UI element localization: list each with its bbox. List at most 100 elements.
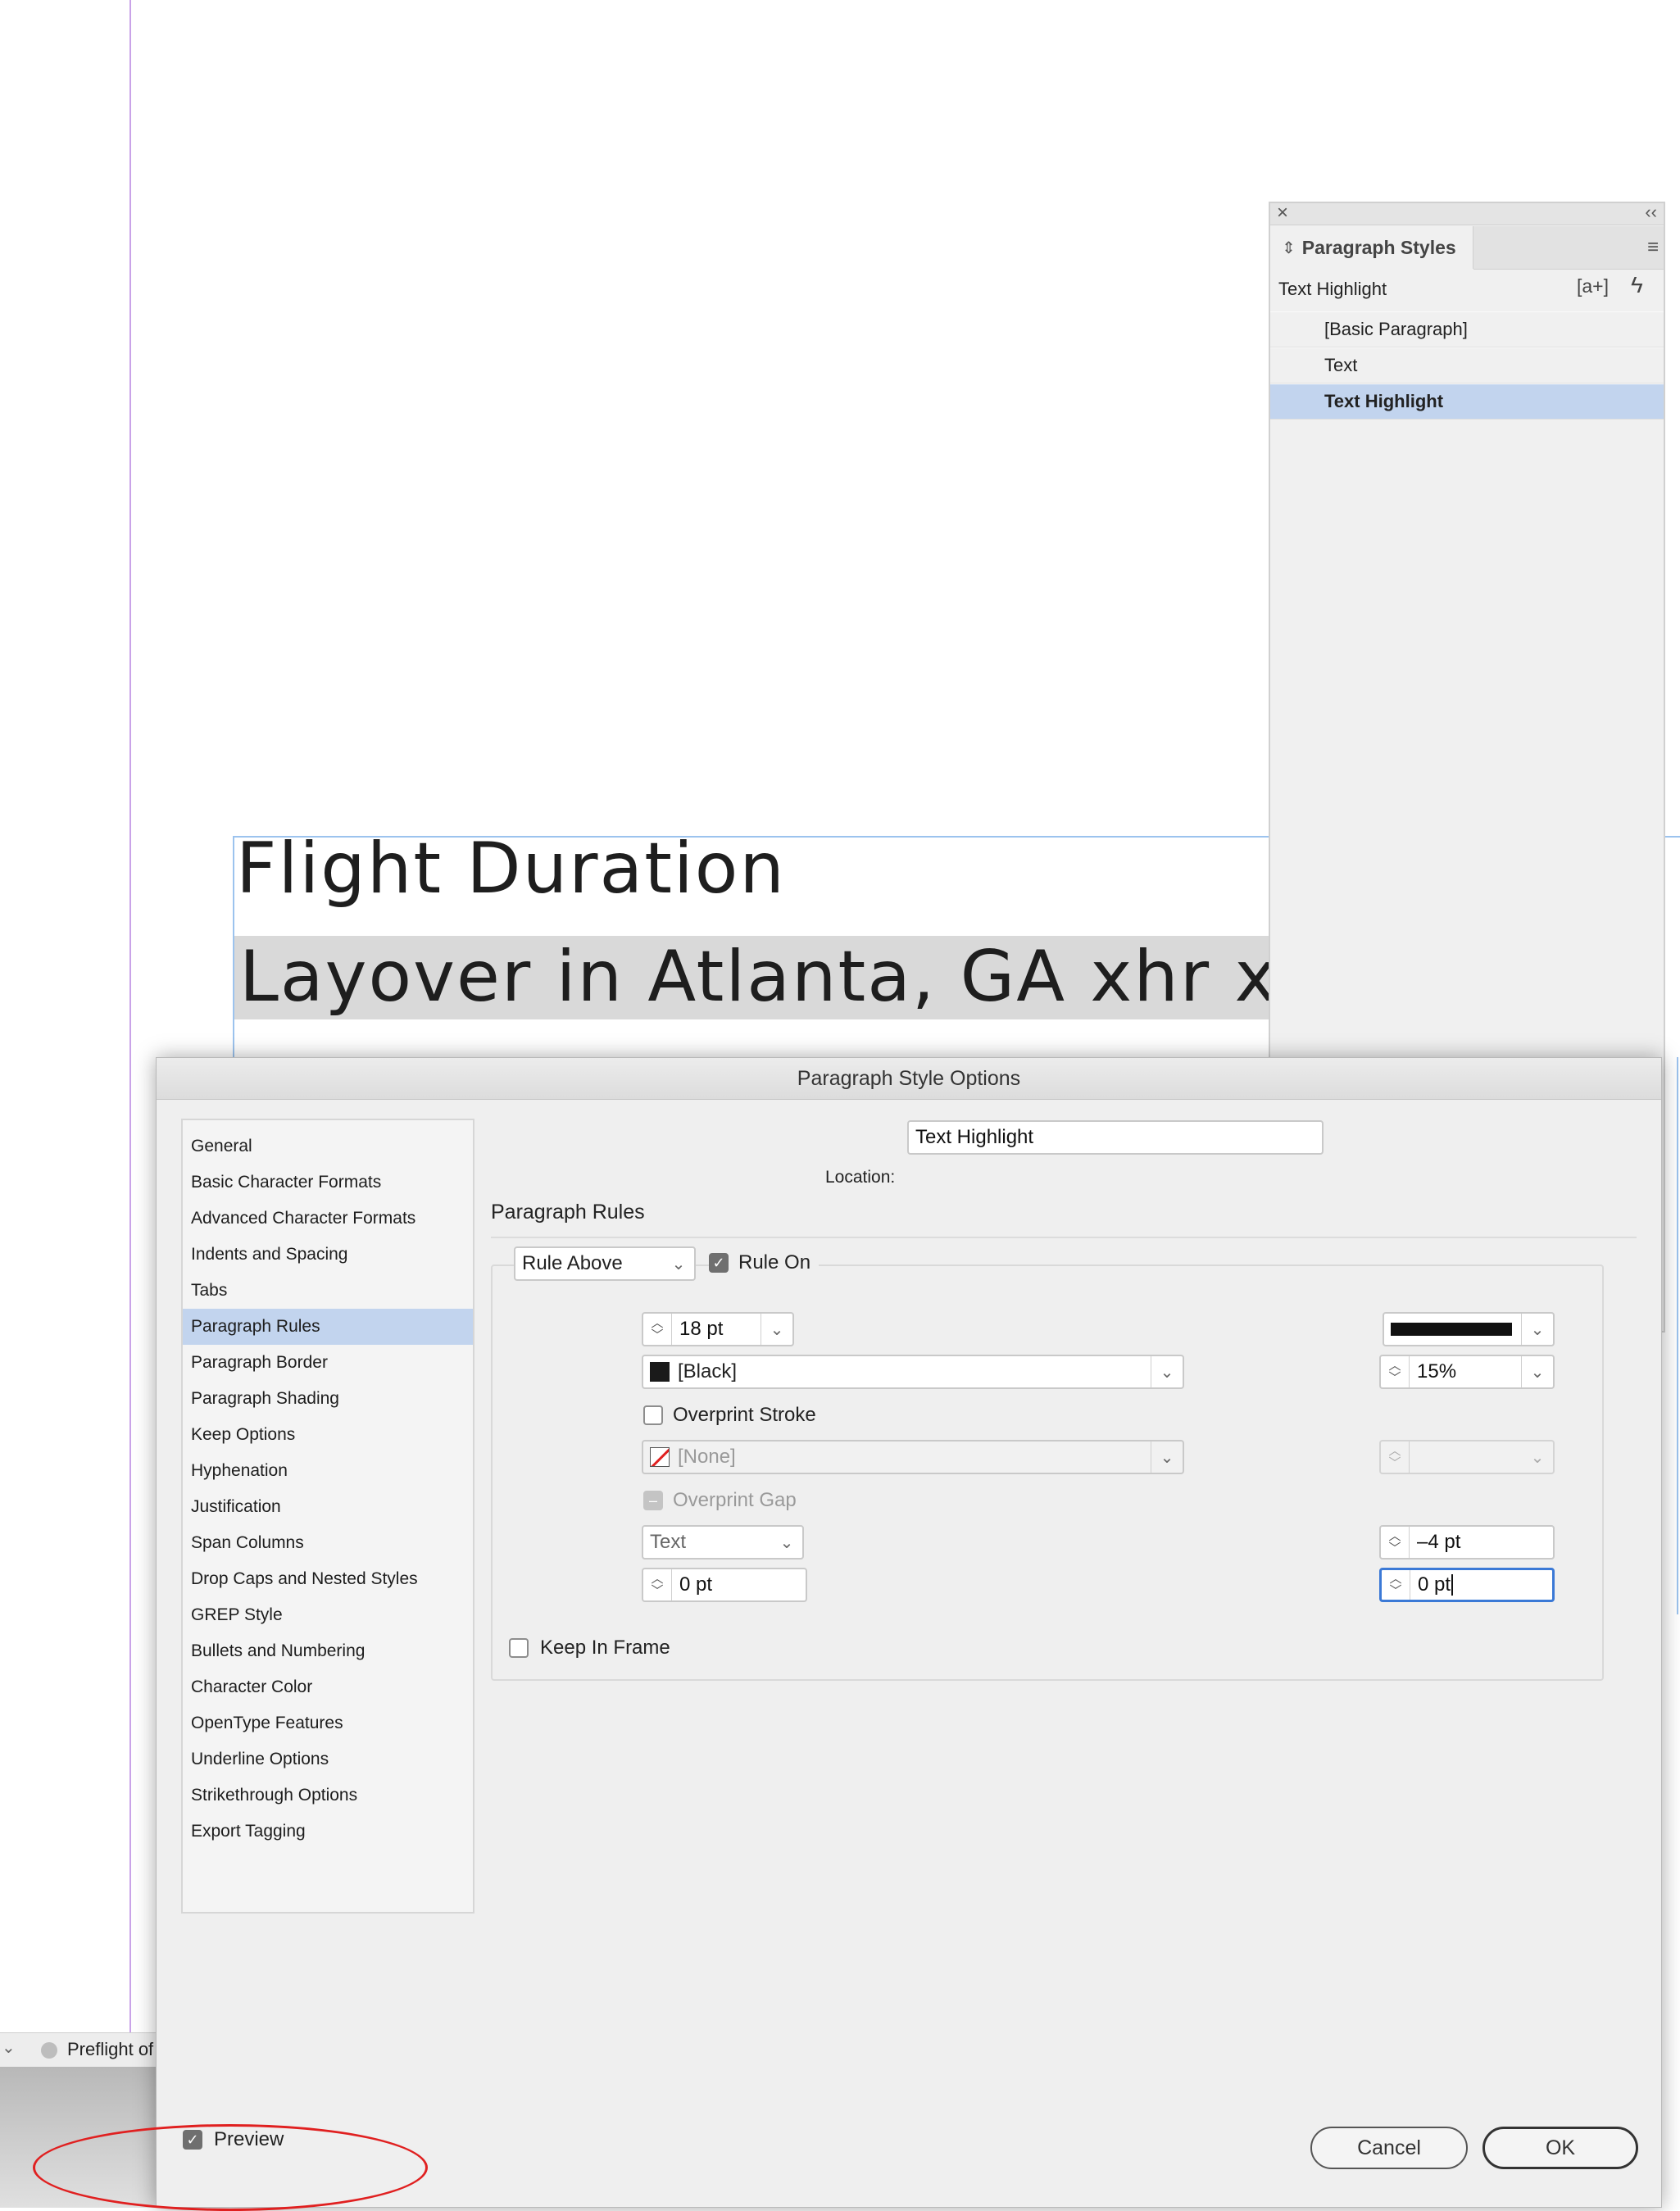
left-indent-stepper[interactable]: ︿ ﹀ bbox=[643, 1569, 672, 1600]
tint-value: 15% bbox=[1417, 1360, 1457, 1382]
category-grep-style[interactable]: GREP Style bbox=[183, 1597, 473, 1633]
quick-apply-icon[interactable]: ϟ bbox=[1631, 272, 1643, 298]
stroke-type-select[interactable]: ⌄ bbox=[1383, 1312, 1555, 1346]
gap-color-value: [None] bbox=[678, 1446, 736, 1468]
dialog-title: Paragraph Style Options bbox=[157, 1058, 1661, 1100]
keep-in-frame-option[interactable]: Keep In Frame bbox=[509, 1637, 670, 1659]
weight-value: 18 pt bbox=[679, 1318, 724, 1340]
offset-input[interactable]: ︿ ﹀ –4 pt bbox=[1379, 1525, 1555, 1560]
overprint-gap-checkbox: – bbox=[643, 1491, 663, 1510]
chevron-down-icon[interactable]: ⌄ bbox=[761, 1314, 792, 1345]
new-style-override-icon[interactable]: [a+] bbox=[1577, 275, 1609, 297]
document-text-line-highlighted[interactable]: Layover in Atlanta, GA xhr xm bbox=[234, 936, 1354, 1019]
category-export-tagging[interactable]: Export Tagging bbox=[183, 1814, 473, 1850]
paragraph-styles-list: [Basic Paragraph] Text Text Highlight bbox=[1270, 311, 1664, 420]
left-indent-input[interactable]: ︿ ﹀ 0 pt bbox=[642, 1568, 807, 1602]
category-bullets-and-numbering[interactable]: Bullets and Numbering bbox=[183, 1633, 473, 1669]
category-indents-and-spacing[interactable]: Indents and Spacing bbox=[183, 1237, 473, 1273]
text-frame-edge bbox=[1677, 1057, 1678, 1614]
chevron-down-icon: ⌄ bbox=[671, 1255, 686, 1273]
panel-menu-icon[interactable]: ≡ bbox=[1647, 236, 1659, 259]
color-value: [Black] bbox=[678, 1360, 738, 1382]
close-icon[interactable]: × bbox=[1277, 202, 1288, 225]
weight-stepper[interactable]: ︿ ﹀ bbox=[643, 1314, 672, 1345]
tint-input[interactable]: ︿ ﹀ 15% ⌄ bbox=[1379, 1355, 1555, 1389]
preflight-status-icon bbox=[41, 2042, 57, 2059]
cancel-button[interactable]: Cancel bbox=[1310, 2127, 1468, 2169]
options-category-list: General Basic Character Formats Advanced… bbox=[181, 1119, 474, 1914]
black-swatch-icon bbox=[650, 1362, 670, 1382]
overprint-gap-option: – Overprint Gap bbox=[643, 1489, 797, 1512]
solid-stroke-preview bbox=[1391, 1323, 1512, 1336]
right-indent-stepper[interactable]: ︿ ﹀ bbox=[1382, 1570, 1410, 1600]
section-title: Paragraph Rules bbox=[491, 1201, 645, 1224]
preflight-status-text[interactable]: Preflight of bbox=[67, 2039, 153, 2060]
tab-arrows-icon: ⇕ bbox=[1282, 238, 1296, 257]
category-general[interactable]: General bbox=[183, 1128, 473, 1165]
category-hyphenation[interactable]: Hyphenation bbox=[183, 1453, 473, 1489]
right-indent-value: 0 pt bbox=[1418, 1573, 1451, 1596]
rule-width-value: Text bbox=[650, 1531, 687, 1553]
category-opentype-features[interactable]: OpenType Features bbox=[183, 1705, 473, 1741]
chevron-down-icon[interactable]: ⌄ bbox=[1521, 1356, 1553, 1387]
offset-stepper[interactable]: ︿ ﹀ bbox=[1381, 1527, 1410, 1558]
panel-tab[interactable]: ⇕ Paragraph Styles bbox=[1270, 226, 1473, 269]
overprint-stroke-option[interactable]: Overprint Stroke bbox=[643, 1404, 816, 1427]
color-select[interactable]: [Black] ⌄ bbox=[642, 1355, 1184, 1389]
category-basic-character-formats[interactable]: Basic Character Formats bbox=[183, 1165, 473, 1201]
style-item-text-highlight[interactable]: Text Highlight bbox=[1270, 384, 1664, 420]
paragraph-style-options-dialog: Paragraph Style Options General Basic Ch… bbox=[156, 1057, 1662, 2208]
category-strikethrough-options[interactable]: Strikethrough Options bbox=[183, 1777, 473, 1814]
chevron-down-icon: ⌄ bbox=[1151, 1356, 1183, 1387]
overprint-stroke-checkbox[interactable] bbox=[643, 1405, 663, 1425]
panel-topbar: × ‹‹ bbox=[1270, 202, 1664, 225]
rule-width-select[interactable]: Text ⌄ bbox=[642, 1525, 804, 1560]
category-paragraph-border[interactable]: Paragraph Border bbox=[183, 1345, 473, 1381]
style-item-basic-paragraph[interactable]: [Basic Paragraph] bbox=[1270, 311, 1664, 347]
annotation-highlight-oval bbox=[33, 2124, 428, 2211]
category-span-columns[interactable]: Span Columns bbox=[183, 1525, 473, 1561]
category-underline-options[interactable]: Underline Options bbox=[183, 1741, 473, 1777]
chevron-down-icon[interactable]: ⌄ bbox=[2, 2037, 16, 2058]
chevron-down-icon: ⌄ bbox=[1521, 1314, 1553, 1345]
margin-guide bbox=[129, 0, 131, 2032]
gap-color-select[interactable]: [None] ⌄ bbox=[642, 1440, 1184, 1474]
rule-on-label: Rule On bbox=[738, 1251, 811, 1273]
rule-type-select[interactable]: Rule Above ⌄ bbox=[514, 1246, 696, 1281]
tint-stepper[interactable]: ︿ ﹀ bbox=[1381, 1356, 1410, 1387]
overprint-stroke-label: Overprint Stroke bbox=[673, 1404, 816, 1426]
style-name-input[interactable]: Text Highlight bbox=[907, 1120, 1324, 1155]
category-paragraph-rules[interactable]: Paragraph Rules bbox=[183, 1309, 473, 1345]
overprint-gap-label: Overprint Gap bbox=[673, 1489, 797, 1511]
category-paragraph-shading[interactable]: Paragraph Shading bbox=[183, 1381, 473, 1417]
left-indent-value: 0 pt bbox=[679, 1573, 713, 1596]
document-text-line[interactable]: Flight Duration bbox=[236, 828, 786, 910]
category-drop-caps-nested-styles[interactable]: Drop Caps and Nested Styles bbox=[183, 1561, 473, 1597]
none-swatch-icon bbox=[650, 1447, 670, 1467]
category-keep-options[interactable]: Keep Options bbox=[183, 1417, 473, 1453]
chevron-down-icon: ⌄ bbox=[1151, 1441, 1183, 1473]
location-label: Location: bbox=[825, 1168, 896, 1187]
current-style-label: Text Highlight bbox=[1278, 279, 1387, 299]
rule-on-checkbox[interactable]: ✓ bbox=[709, 1253, 729, 1273]
rule-type-value: Rule Above bbox=[522, 1252, 623, 1274]
weight-input[interactable]: ︿ ﹀ 18 pt ⌄ bbox=[642, 1312, 794, 1346]
keep-in-frame-checkbox[interactable] bbox=[509, 1638, 529, 1658]
ok-button[interactable]: OK bbox=[1482, 2127, 1638, 2169]
section-divider bbox=[491, 1237, 1637, 1238]
collapse-icon[interactable]: ‹‹ bbox=[1645, 202, 1657, 223]
right-indent-input[interactable]: ︿ ﹀ 0 pt bbox=[1379, 1568, 1555, 1602]
chevron-down-icon: ⌄ bbox=[779, 1533, 794, 1552]
offset-value: –4 pt bbox=[1417, 1531, 1461, 1553]
panel-tab-strip bbox=[1473, 226, 1664, 270]
chevron-down-icon: ⌄ bbox=[1530, 1448, 1545, 1467]
gap-tint-stepper: ︿ ﹀ bbox=[1381, 1441, 1410, 1473]
rule-on-toggle[interactable]: ✓ Rule On bbox=[709, 1251, 820, 1274]
category-advanced-character-formats[interactable]: Advanced Character Formats bbox=[183, 1201, 473, 1237]
category-justification[interactable]: Justification bbox=[183, 1489, 473, 1525]
style-item-text[interactable]: Text bbox=[1270, 347, 1664, 384]
category-tabs[interactable]: Tabs bbox=[183, 1273, 473, 1309]
category-character-color[interactable]: Character Color bbox=[183, 1669, 473, 1705]
text-cursor bbox=[1451, 1574, 1454, 1596]
panel-title: Paragraph Styles bbox=[1301, 236, 1456, 258]
